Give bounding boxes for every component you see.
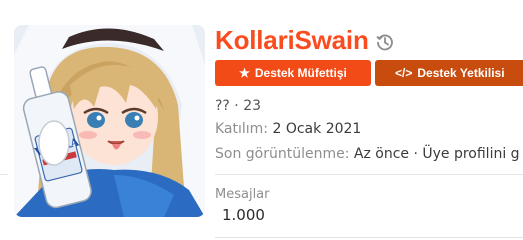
stats-divider [215, 174, 523, 175]
code-icon: </> [395, 66, 413, 80]
badge-label: Destek Müfettişi [254, 66, 347, 80]
last-seen-value: Az önce · Üye profilini g [353, 146, 520, 162]
history-icon[interactable] [375, 32, 395, 52]
joined-line: Katılım: 2 Ocak 2021 [215, 121, 361, 137]
messages-label: Mesajlar [215, 187, 270, 202]
username[interactable]: KollariSwain [215, 25, 369, 56]
top-divider [0, 174, 8, 175]
username-row: KollariSwain [215, 24, 395, 56]
avatar[interactable]: VODKA [14, 25, 205, 217]
badge-destek-yetkilisi[interactable]: </> Destek Yetkilisi [375, 60, 523, 86]
last-seen-label: Son görüntülenme: [215, 146, 350, 162]
star-icon: ★ [239, 66, 250, 80]
age-line: ?? · 23 [215, 98, 262, 114]
last-seen-line: Son görüntülenme: Az önce · Üye profilin… [215, 146, 520, 162]
messages-count[interactable]: 1.000 [222, 206, 265, 224]
badge-destek-mufettisi[interactable]: ★ Destek Müfettişi [215, 60, 371, 86]
joined-label: Katılım: [215, 121, 269, 137]
avatar-illustration: VODKA [14, 25, 205, 217]
joined-date: 2 Ocak 2021 [272, 121, 362, 137]
badge-label: Destek Yetkilisi [417, 66, 505, 80]
bottom-divider [215, 237, 523, 238]
